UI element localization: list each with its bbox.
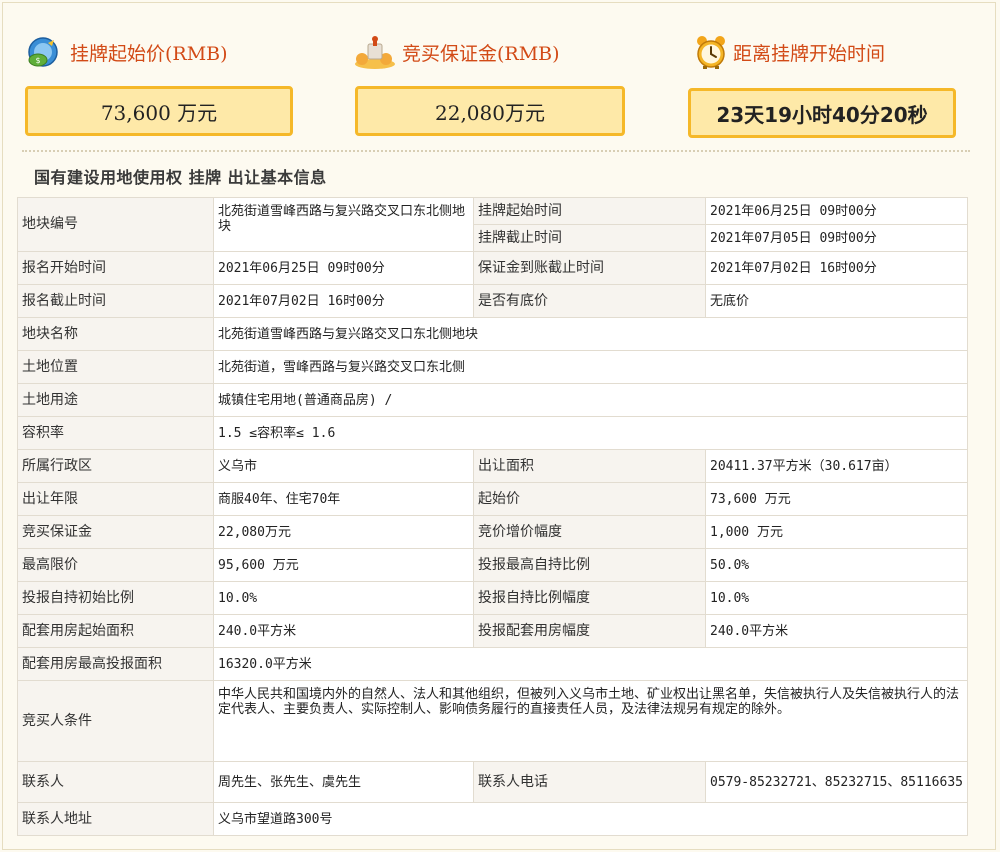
table-row: 竞买人条件 中华人民共和国境内外的自然人、法人和其他组织，但被列入义乌市土地、矿… [17, 680, 968, 762]
table-row: 配套用房最高投报面积 16320.0平方米 [17, 647, 968, 681]
max-price-label: 最高限价 [17, 548, 214, 582]
listing-end-label: 挂牌截止时间 [473, 224, 706, 252]
table-row: 竞买保证金 22,080万元 竞价增价幅度 1,000 万元 [17, 515, 968, 549]
reg-start-value: 2021年06月25日 09时00分 [213, 251, 474, 285]
address-value: 义乌市望道路300号 [213, 802, 968, 836]
deposit-row-value: 22,080万元 [213, 515, 474, 549]
table-row: 土地用途 城镇住宅用地(普通商品房) / [17, 383, 968, 417]
housing-step-value: 240.0平方米 [705, 614, 968, 648]
table-row: 地块编号 北苑街道雪峰西路与复兴路交叉口东北侧地块 挂牌起始时间 2021年06… [17, 197, 968, 252]
address-label: 联系人地址 [17, 802, 214, 836]
housing-start-value: 240.0平方米 [213, 614, 474, 648]
bidder-label: 竞买人条件 [17, 680, 214, 762]
deposit-box: 22,080万元 [355, 86, 625, 136]
contact-value: 周先生、张先生、虞先生 [213, 761, 474, 803]
table-row: 土地位置 北苑街道，雪峰西路与复兴路交叉口东北侧 [17, 350, 968, 384]
table-row: 报名开始时间 2021年06月25日 09时00分 保证金到账截止时间 2021… [17, 251, 968, 285]
listing-start-value: 2021年06月25日 09时00分 [705, 197, 968, 225]
district-label: 所属行政区 [17, 449, 214, 483]
table-row: 报名截止时间 2021年07月02日 16时00分 是否有底价 无底价 [17, 284, 968, 318]
table-row: 出让年限 商服40年、住宅70年 起始价 73,600 万元 [17, 482, 968, 516]
table-row: 所属行政区 义乌市 出让面积 20411.37平方米（30.617亩） [17, 449, 968, 483]
reserve-value: 无底价 [705, 284, 968, 318]
contact-label: 联系人 [17, 761, 214, 803]
housing-step-label: 投报配套用房幅度 [473, 614, 706, 648]
increment-label: 竞价增价幅度 [473, 515, 706, 549]
gift-icon [352, 34, 398, 70]
deposit-label: 竞买保证金(RMB) [402, 42, 560, 65]
start-price-row-value: 73,600 万元 [705, 482, 968, 516]
land-info-table: 地块编号 北苑街道雪峰西路与复兴路交叉口东北侧地块 挂牌起始时间 2021年06… [17, 197, 968, 836]
reg-start-label: 报名开始时间 [17, 251, 214, 285]
location-value: 北苑街道，雪峰西路与复兴路交叉口东北侧 [213, 350, 968, 384]
reg-end-label: 报名截止时间 [17, 284, 214, 318]
alarm-clock-icon [695, 34, 727, 70]
deposit-row-label: 竞买保证金 [17, 515, 214, 549]
reg-end-value: 2021年07月02日 16时00分 [213, 284, 474, 318]
term-value: 商服40年、住宅70年 [213, 482, 474, 516]
bidder-value: 中华人民共和国境内外的自然人、法人和其他组织，但被列入义乌市土地、矿业权出让黑名… [213, 680, 968, 762]
table-row: 最高限价 95,600 万元 投报最高自持比例 50.0% [17, 548, 968, 582]
table-row: 地块名称 北苑街道雪峰西路与复兴路交叉口东北侧地块 [17, 317, 968, 351]
init-self-value: 10.0% [213, 581, 474, 615]
phone-value: 0579-85232721、85232715、85116635 [705, 761, 968, 803]
section-title: 国有建设用地使用权 挂牌 出让基本信息 [34, 168, 327, 187]
far-value: 1.5 ≤容积率≤ 1.6 [213, 416, 968, 450]
location-label: 土地位置 [17, 350, 214, 384]
reserve-label: 是否有底价 [473, 284, 706, 318]
start-price-header: $ 挂牌起始价(RMB) [26, 32, 228, 72]
usage-value: 城镇住宅用地(普通商品房) / [213, 383, 968, 417]
term-label: 出让年限 [17, 482, 214, 516]
deposit-header: 竞买保证金(RMB) [352, 32, 560, 72]
start-price-label: 挂牌起始价(RMB) [70, 42, 228, 65]
district-value: 义乌市 [213, 449, 474, 483]
parcel-no-label: 地块编号 [17, 197, 214, 252]
max-price-value: 95,600 万元 [213, 548, 474, 582]
listing-start-label: 挂牌起始时间 [473, 197, 706, 225]
usage-label: 土地用途 [17, 383, 214, 417]
countdown-box: 23天19小时40分20秒 [688, 88, 956, 138]
far-label: 容积率 [17, 416, 214, 450]
start-price-box: 73,600 万元 [25, 86, 293, 136]
init-self-label: 投报自持初始比例 [17, 581, 214, 615]
countdown-label: 距离挂牌开始时间 [733, 42, 886, 65]
dotted-separator [22, 150, 970, 152]
start-price-row-label: 起始价 [473, 482, 706, 516]
countdown-header: 距离挂牌开始时间 [695, 32, 885, 72]
table-row: 配套用房起始面积 240.0平方米 投报配套用房幅度 240.0平方米 [17, 614, 968, 648]
table-row: 投报自持初始比例 10.0% 投报自持比例幅度 10.0% [17, 581, 968, 615]
listing-end-value: 2021年07月05日 09时00分 [705, 224, 968, 252]
phone-label: 联系人电话 [473, 761, 706, 803]
parcel-name-label: 地块名称 [17, 317, 214, 351]
table-row: 联系人 周先生、张先生、虞先生 联系人电话 0579-85232721、8523… [17, 761, 968, 803]
parcel-no-value: 北苑街道雪峰西路与复兴路交叉口东北侧地块 [213, 197, 474, 252]
table-row: 联系人地址 义乌市望道路300号 [17, 802, 968, 836]
deposit-deadline-value: 2021年07月02日 16时00分 [705, 251, 968, 285]
deposit-deadline-label: 保证金到账截止时间 [473, 251, 706, 285]
max-self-label: 投报最高自持比例 [473, 548, 706, 582]
parcel-name-value: 北苑街道雪峰西路与复兴路交叉口东北侧地块 [213, 317, 968, 351]
area-label: 出让面积 [473, 449, 706, 483]
self-step-label: 投报自持比例幅度 [473, 581, 706, 615]
svg-text:$: $ [35, 56, 40, 65]
money-icon: $ [26, 35, 60, 69]
housing-max-value: 16320.0平方米 [213, 647, 968, 681]
table-row: 容积率 1.5 ≤容积率≤ 1.6 [17, 416, 968, 450]
self-step-value: 10.0% [705, 581, 968, 615]
area-value: 20411.37平方米（30.617亩） [705, 449, 968, 483]
housing-start-label: 配套用房起始面积 [17, 614, 214, 648]
housing-max-label: 配套用房最高投报面积 [17, 647, 214, 681]
increment-value: 1,000 万元 [705, 515, 968, 549]
max-self-value: 50.0% [705, 548, 968, 582]
